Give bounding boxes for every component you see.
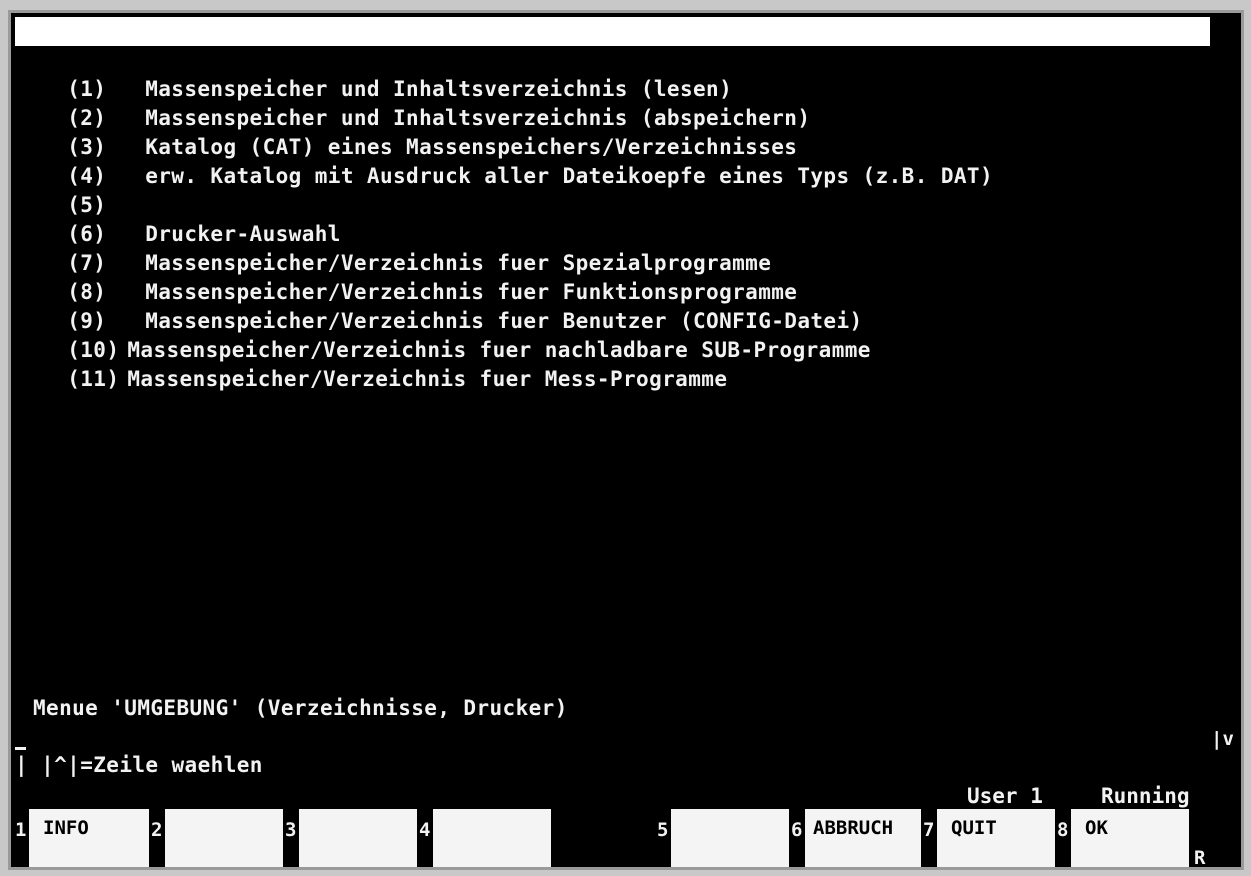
menu-item-6[interactable]: (6) Drucker-Auswahl — [15, 191, 341, 246]
menu-item-4[interactable]: (4) erw. Katalog mit Ausdruck aller Datei… — [15, 133, 993, 188]
menu-item-9[interactable]: (9) Massenspeicher/Verzeichnis fuer Benut… — [15, 278, 863, 333]
fkey-5-button[interactable] — [671, 809, 789, 867]
menu-item-7[interactable]: (7) Massenspeicher/Verzeichnis fuer Spezi… — [15, 220, 771, 275]
fkey-number-8: 8 — [1057, 819, 1069, 841]
menu-item-label: Massenspeicher/Verzeichnis fuer Mess-Pro… — [127, 367, 728, 391]
fkey-4-button[interactable] — [433, 809, 551, 867]
menu-item-11[interactable]: (11) Massenspeicher/Verzeichnis fuer Mess… — [15, 336, 727, 391]
menu-item-label: erw. Katalog mit Ausdruck aller Dateikoe… — [145, 164, 993, 188]
r-indicator: R — [1194, 847, 1206, 869]
menu-title: Menue 'UMGEBUNG' (Verzeichnisse, Drucker… — [33, 696, 568, 720]
scroll-down-indicator[interactable]: |v — [1211, 728, 1234, 750]
fkey-3-button[interactable] — [299, 809, 417, 867]
fkey-number-7: 7 — [923, 819, 935, 841]
fkey-number-5: 5 — [657, 819, 669, 841]
menu-item-10[interactable]: (10) Massenspeicher/Verzeichnis fuer nach… — [15, 307, 871, 362]
menu-item-1[interactable]: (1) Massenspeicher und Inhaltsverzeichnis… — [15, 46, 732, 101]
fkey-number-6: 6 — [791, 819, 803, 841]
menu-item-0[interactable]: (0) zurueck zum vorigen Menue — [15, 17, 1210, 72]
cursor-marker — [15, 747, 26, 750]
quit-button[interactable]: QUIT — [937, 809, 1055, 867]
ok-button[interactable]: OK — [1071, 809, 1189, 867]
info-button[interactable]: INFO — [29, 809, 149, 867]
menu-item-3[interactable]: (3) Katalog (CAT) eines Massenspeichers/V… — [15, 104, 797, 159]
menu-item-number: (11) — [67, 367, 120, 391]
terminal-screen: (0) zurueck zum vorigen Menue (1) Massensp… — [8, 10, 1244, 870]
running-status: Running — [1101, 784, 1190, 808]
menu-item-8[interactable]: (8) Massenspeicher/Verzeichnis fuer Funkt… — [15, 249, 797, 304]
fkey-number-3: 3 — [285, 819, 297, 841]
abbruch-button[interactable]: ABBRUCH — [805, 809, 921, 867]
fkey-number-4: 4 — [419, 819, 431, 841]
menu-item-5[interactable]: (5) — [15, 162, 145, 217]
user-label: User 1 — [967, 784, 1043, 808]
fkey-number-1: 1 — [15, 819, 27, 841]
fkey-number-2: 2 — [151, 819, 163, 841]
navigation-hint: | |^|=Zeile waehlen — [15, 753, 263, 777]
menu-item-2[interactable]: (2) Massenspeicher und Inhaltsverzeichnis… — [15, 75, 810, 130]
fkey-2-button[interactable] — [165, 809, 283, 867]
